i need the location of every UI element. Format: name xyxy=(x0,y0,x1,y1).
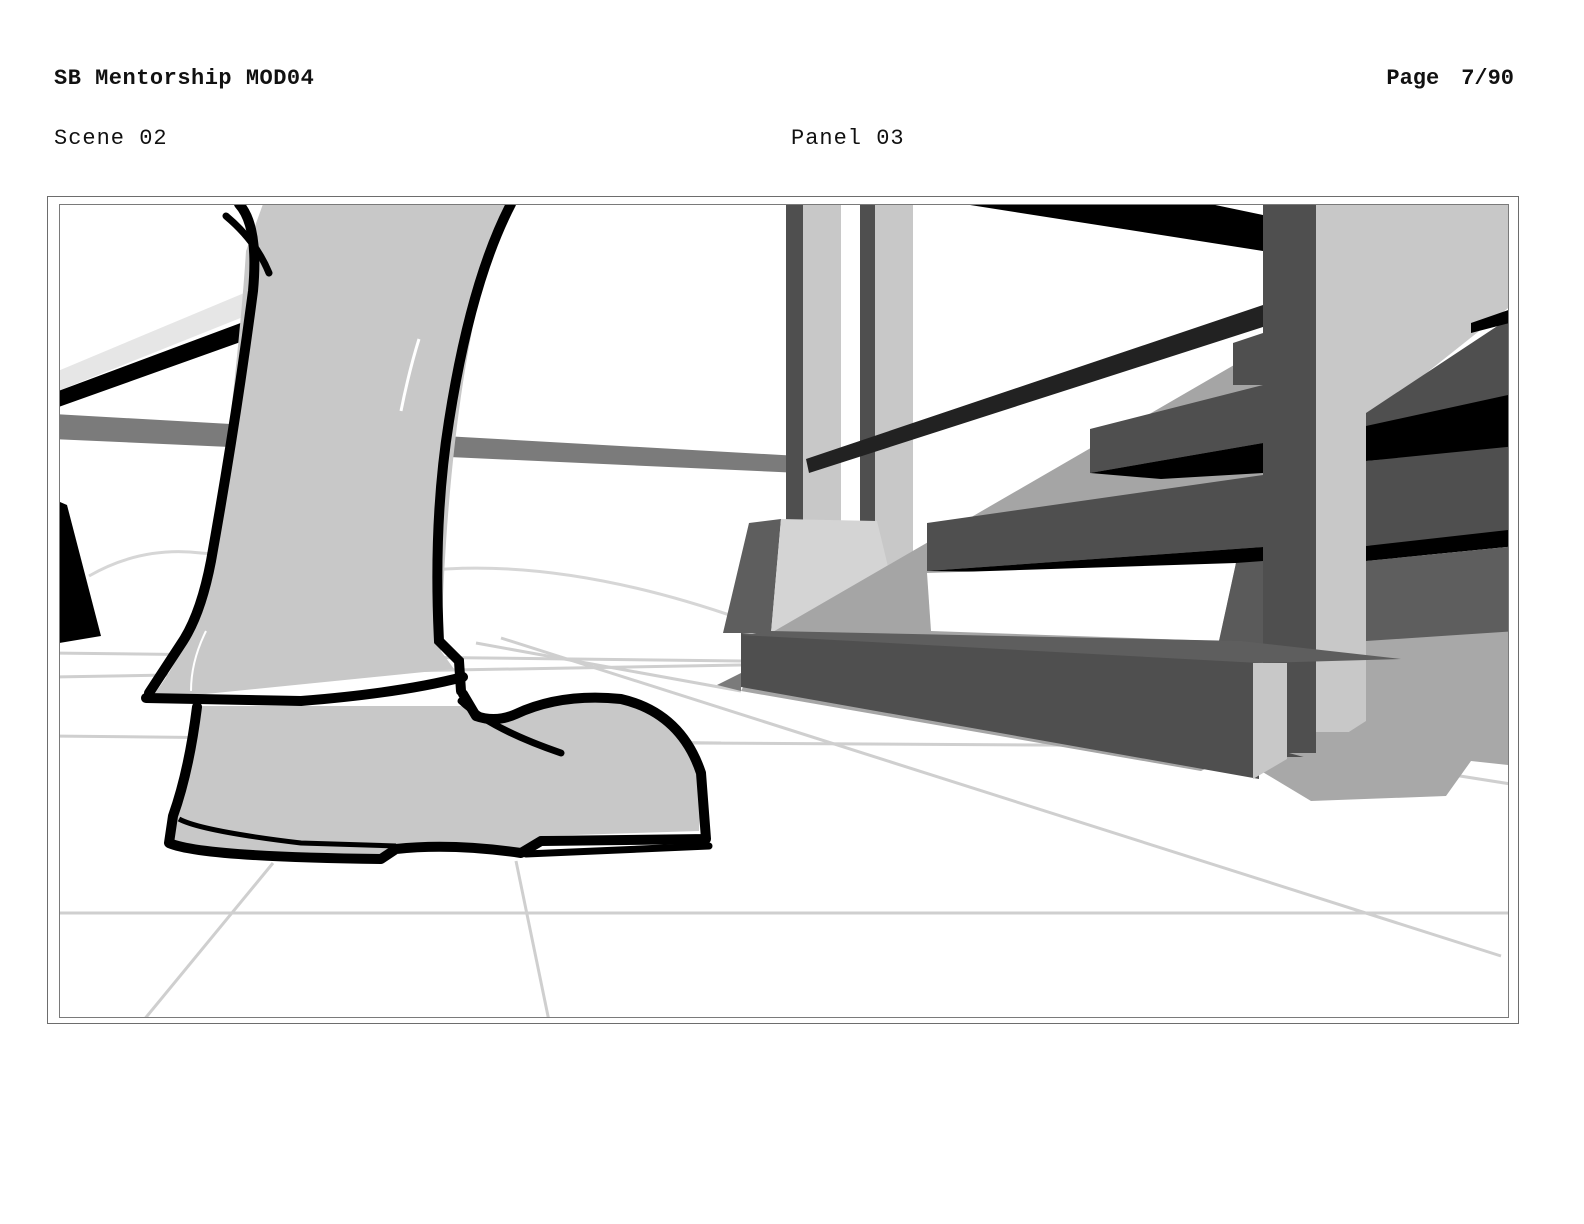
document-title: SB Mentorship MOD04 xyxy=(54,66,315,91)
top-beam xyxy=(970,205,1263,251)
post-a-dark xyxy=(786,205,803,522)
page-indicator: Page 7/90 xyxy=(1386,66,1514,91)
page-number: 7/90 xyxy=(1461,66,1514,91)
post-a-light xyxy=(803,205,841,522)
storyboard-panel xyxy=(59,204,1509,1018)
page-word: Page xyxy=(1386,66,1440,91)
pant-leg xyxy=(151,205,506,698)
shoe-heel-line xyxy=(522,842,713,858)
base-block-left xyxy=(723,519,781,633)
scene-label: Scene 02 xyxy=(54,126,168,151)
step-upper xyxy=(1233,333,1263,385)
left-post-dark xyxy=(60,502,101,643)
platform-end-light xyxy=(1253,663,1287,779)
right-wall-lower xyxy=(1366,446,1508,546)
right-wall-bottom xyxy=(1366,546,1508,641)
panel-label: Panel 03 xyxy=(791,126,905,151)
storyboard-sketch xyxy=(60,205,1508,1017)
under-step-white xyxy=(927,563,1236,641)
post-b-dark xyxy=(860,205,875,522)
